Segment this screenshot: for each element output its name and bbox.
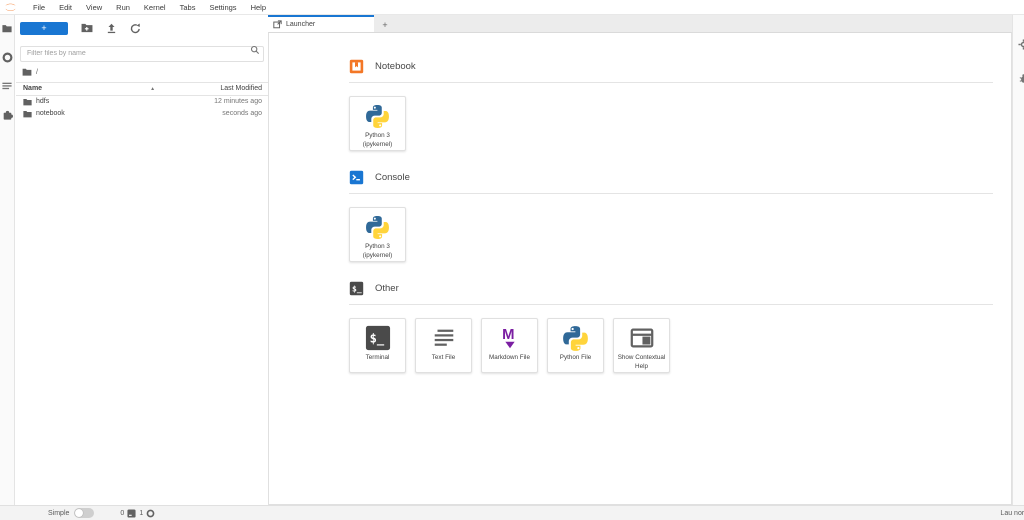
- jupyter-logo-icon: [4, 2, 17, 13]
- refresh-icon: [130, 23, 141, 34]
- tab-bar: Launcher +: [268, 15, 1012, 32]
- sessions-status[interactable]: 0 1: [120, 509, 155, 518]
- filter-files-input[interactable]: [20, 46, 264, 62]
- file-name: hdfs: [36, 98, 49, 105]
- folder-icon: [23, 98, 32, 106]
- column-last-modified[interactable]: Last Modified: [220, 85, 268, 92]
- tab-launcher[interactable]: Launcher: [268, 15, 374, 32]
- filter-wrap: [20, 42, 264, 62]
- launcher-card-python-file[interactable]: Python File: [547, 318, 604, 373]
- menu-help[interactable]: Help: [244, 0, 273, 15]
- property-inspector-gear-icon[interactable]: [1018, 39, 1024, 50]
- file-name: notebook: [36, 110, 65, 117]
- python-icon: [562, 324, 589, 352]
- right-sidebar: [1012, 15, 1024, 505]
- svg-text:$_: $_: [369, 332, 384, 347]
- launcher-card-notebook-python3[interactable]: Python 3 (ipykernel): [349, 96, 406, 151]
- terminal-status-icon: [127, 509, 136, 518]
- file-list-header: Name ▲ Last Modified: [16, 82, 268, 96]
- card-label: Python File: [558, 354, 594, 363]
- launcher-tab-icon: [273, 20, 282, 29]
- tab-label: Launcher: [286, 21, 315, 28]
- menu-view[interactable]: View: [79, 0, 109, 15]
- file-browser-panel: +: [16, 15, 268, 505]
- table-row[interactable]: notebook seconds ago: [16, 108, 268, 120]
- breadcrumb[interactable]: /: [22, 65, 264, 80]
- svg-text:$_: $_: [352, 285, 362, 294]
- folder-icon: [22, 68, 32, 76]
- folder-icon: [23, 110, 32, 118]
- terminal-icon: $_: [349, 281, 364, 296]
- file-modified: 12 minutes ago: [214, 98, 268, 105]
- notebook-icon: [349, 59, 364, 74]
- kernel-status-icon: [146, 509, 155, 518]
- status-right-text: Lau norm: [1000, 510, 1024, 517]
- menu-file[interactable]: File: [26, 0, 52, 15]
- column-name[interactable]: Name: [16, 85, 42, 92]
- card-label: Show Contextual Help: [614, 354, 669, 371]
- section-title: Console: [375, 172, 410, 183]
- table-row[interactable]: hdfs 12 minutes ago: [16, 96, 268, 108]
- menu-run[interactable]: Run: [109, 0, 137, 15]
- sort-ascending-icon[interactable]: ▲: [150, 86, 155, 92]
- menu-kernel[interactable]: Kernel: [137, 0, 173, 15]
- terminal-icon: $_: [365, 324, 391, 352]
- launcher-card-contextual-help[interactable]: Show Contextual Help: [613, 318, 670, 373]
- card-label: Python 3 (ipykernel): [361, 243, 394, 260]
- console-icon: [349, 170, 364, 185]
- card-label: Python 3 (ipykernel): [361, 132, 394, 149]
- status-bar: Simple 0 1 Lau norm: [0, 505, 1024, 520]
- menu-edit[interactable]: Edit: [52, 0, 79, 15]
- launcher-card-markdown-file[interactable]: M Markdown File: [481, 318, 538, 373]
- launcher-card-terminal[interactable]: $_ Terminal: [349, 318, 406, 373]
- python-icon: [365, 213, 390, 241]
- upload-button[interactable]: [106, 23, 117, 34]
- card-label: Markdown File: [487, 354, 532, 363]
- simple-mode-label: Simple: [48, 510, 69, 517]
- menu-bar: File Edit View Run Kernel Tabs Settings …: [0, 0, 1024, 15]
- text-file-icon: [431, 324, 457, 352]
- table-of-contents-icon[interactable]: [2, 82, 12, 90]
- extensions-icon[interactable]: [2, 109, 13, 120]
- refresh-button[interactable]: [130, 23, 141, 34]
- svg-text:M: M: [502, 327, 514, 343]
- launcher-card-console-python3[interactable]: Python 3 (ipykernel): [349, 207, 406, 262]
- file-browser-toolbar: +: [20, 18, 264, 38]
- section-other: $_ Other $_ Terminal: [349, 281, 993, 373]
- launcher-panel: Notebook Python 3 (ipykernel): [268, 32, 1012, 505]
- debugger-bug-icon[interactable]: [1018, 73, 1024, 84]
- launcher-card-text-file[interactable]: Text File: [415, 318, 472, 373]
- new-launcher-button[interactable]: +: [20, 22, 68, 35]
- card-label: Terminal: [364, 354, 392, 363]
- section-notebook: Notebook Python 3 (ipykernel): [349, 59, 993, 151]
- new-folder-icon: [81, 23, 93, 33]
- menu-tabs[interactable]: Tabs: [173, 0, 203, 15]
- breadcrumb-root[interactable]: /: [36, 69, 38, 76]
- main-dock: Launcher + Notebook: [268, 15, 1012, 505]
- section-title: Notebook: [375, 61, 416, 72]
- kernels-count: 1: [139, 510, 143, 517]
- markdown-icon: M: [497, 324, 523, 352]
- terminals-count: 0: [120, 510, 124, 517]
- left-sidebar: [0, 15, 15, 505]
- file-browser-icon[interactable]: [2, 24, 12, 33]
- section-console: Console Python 3 (ipykernel): [349, 170, 993, 262]
- running-sessions-icon[interactable]: [2, 52, 13, 63]
- section-title: Other: [375, 283, 399, 294]
- simple-mode-toggle[interactable]: [74, 508, 94, 518]
- card-label: Text File: [430, 354, 457, 363]
- search-icon: [250, 45, 260, 55]
- upload-icon: [106, 23, 117, 34]
- file-modified: seconds ago: [222, 110, 268, 117]
- contextual-help-icon: [629, 324, 655, 352]
- add-tab-button[interactable]: +: [374, 17, 396, 32]
- python-icon: [365, 102, 390, 130]
- menu-settings[interactable]: Settings: [202, 0, 243, 15]
- new-folder-button[interactable]: [81, 23, 93, 33]
